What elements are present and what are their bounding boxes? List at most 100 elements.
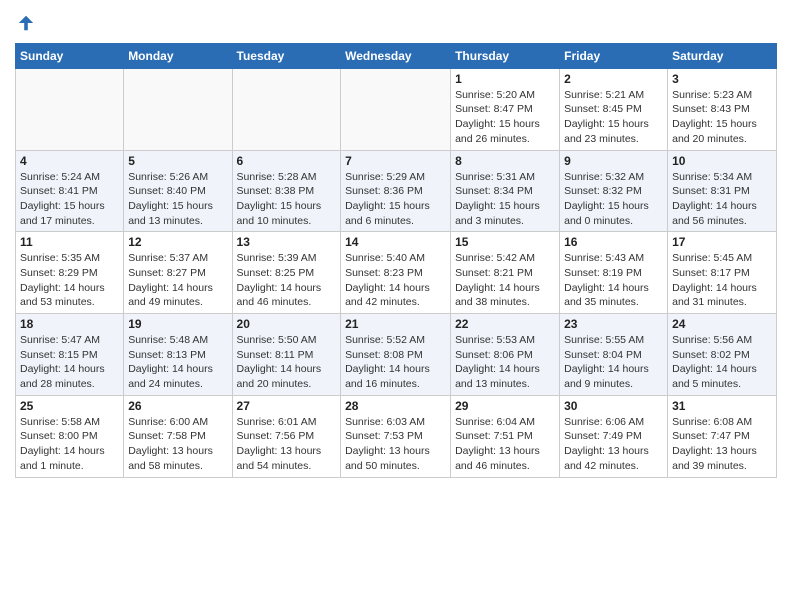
day-info: Sunrise: 5:48 AM Sunset: 8:13 PM Dayligh…	[128, 333, 227, 392]
day-number: 14	[345, 235, 446, 249]
calendar-cell: 2Sunrise: 5:21 AM Sunset: 8:45 PM Daylig…	[560, 68, 668, 150]
day-number: 23	[564, 317, 663, 331]
calendar-week-5: 25Sunrise: 5:58 AM Sunset: 8:00 PM Dayli…	[16, 395, 777, 477]
calendar-cell: 8 Sunrise: 5:31 AM Sunset: 8:34 PM Daylig…	[451, 150, 560, 232]
calendar-cell: 28 Sunrise: 6:03 AM Sunset: 7:53 PM Dayli…	[341, 395, 451, 477]
day-info: Sunrise: 5:56 AM Sunset: 8:02 PM Dayligh…	[672, 333, 772, 392]
day-info: Sunrise: 5:35 AM Sunset: 8:29 PM Dayligh…	[20, 251, 119, 310]
calendar-cell: 3 Sunrise: 5:23 AM Sunset: 8:43 PM Daylig…	[668, 68, 777, 150]
day-number: 8	[455, 154, 555, 168]
calendar-cell	[232, 68, 341, 150]
calendar-cell: 19 Sunrise: 5:48 AM Sunset: 8:13 PM Dayli…	[124, 314, 232, 396]
day-info: Sunrise: 5:53 AM Sunset: 8:06 PM Dayligh…	[455, 333, 555, 392]
day-info: Sunrise: 5:47 AM Sunset: 8:15 PM Dayligh…	[20, 333, 119, 392]
day-info: Sunrise: 5:55 AM Sunset: 8:04 PM Dayligh…	[564, 333, 663, 392]
day-info: Sunrise: 5:58 AM Sunset: 8:00 PM Dayligh…	[20, 415, 119, 474]
calendar-cell: 5Sunrise: 5:26 AM Sunset: 8:40 PM Daylig…	[124, 150, 232, 232]
day-info: Sunrise: 6:06 AM Sunset: 7:49 PM Dayligh…	[564, 415, 663, 474]
day-info: Sunrise: 5:39 AM Sunset: 8:25 PM Dayligh…	[237, 251, 337, 310]
calendar-cell: 25Sunrise: 5:58 AM Sunset: 8:00 PM Dayli…	[16, 395, 124, 477]
day-info: Sunrise: 5:45 AM Sunset: 8:17 PM Dayligh…	[672, 251, 772, 310]
day-number: 22	[455, 317, 555, 331]
calendar-cell: 27 Sunrise: 6:01 AM Sunset: 7:56 PM Dayli…	[232, 395, 341, 477]
calendar-cell: 21 Sunrise: 5:52 AM Sunset: 8:08 PM Dayli…	[341, 314, 451, 396]
day-number: 28	[345, 399, 446, 413]
day-info: Sunrise: 5:24 AM Sunset: 8:41 PM Dayligh…	[20, 170, 119, 229]
day-number: 15	[455, 235, 555, 249]
day-info: Sunrise: 5:31 AM Sunset: 8:34 PM Dayligh…	[455, 170, 555, 229]
day-number: 18	[20, 317, 119, 331]
weekday-header-friday: Friday	[560, 43, 668, 68]
day-number: 30	[564, 399, 663, 413]
calendar-table: SundayMondayTuesdayWednesdayThursdayFrid…	[15, 43, 777, 478]
day-number: 27	[237, 399, 337, 413]
day-number: 5	[128, 154, 227, 168]
weekday-header-saturday: Saturday	[668, 43, 777, 68]
calendar-cell: 12 Sunrise: 5:37 AM Sunset: 8:27 PM Dayli…	[124, 232, 232, 314]
calendar-cell	[124, 68, 232, 150]
day-info: Sunrise: 5:40 AM Sunset: 8:23 PM Dayligh…	[345, 251, 446, 310]
calendar-week-1: 1Sunrise: 5:20 AM Sunset: 8:47 PM Daylig…	[16, 68, 777, 150]
day-number: 17	[672, 235, 772, 249]
calendar-cell: 9 Sunrise: 5:32 AM Sunset: 8:32 PM Daylig…	[560, 150, 668, 232]
calendar-cell: 18 Sunrise: 5:47 AM Sunset: 8:15 PM Dayli…	[16, 314, 124, 396]
day-number: 6	[237, 154, 337, 168]
calendar-cell: 20Sunrise: 5:50 AM Sunset: 8:11 PM Dayli…	[232, 314, 341, 396]
logo-icon	[17, 14, 35, 32]
day-number: 24	[672, 317, 772, 331]
calendar-week-4: 18 Sunrise: 5:47 AM Sunset: 8:15 PM Dayli…	[16, 314, 777, 396]
day-info: Sunrise: 5:28 AM Sunset: 8:38 PM Dayligh…	[237, 170, 337, 229]
day-number: 10	[672, 154, 772, 168]
calendar-cell: 17 Sunrise: 5:45 AM Sunset: 8:17 PM Dayli…	[668, 232, 777, 314]
weekday-header-tuesday: Tuesday	[232, 43, 341, 68]
calendar-cell: 13 Sunrise: 5:39 AM Sunset: 8:25 PM Dayli…	[232, 232, 341, 314]
weekday-header-wednesday: Wednesday	[341, 43, 451, 68]
calendar-cell	[341, 68, 451, 150]
calendar-cell: 1Sunrise: 5:20 AM Sunset: 8:47 PM Daylig…	[451, 68, 560, 150]
calendar-cell: 11 Sunrise: 5:35 AM Sunset: 8:29 PM Dayli…	[16, 232, 124, 314]
day-info: Sunrise: 5:43 AM Sunset: 8:19 PM Dayligh…	[564, 251, 663, 310]
day-number: 7	[345, 154, 446, 168]
day-number: 16	[564, 235, 663, 249]
calendar-cell: 29Sunrise: 6:04 AM Sunset: 7:51 PM Dayli…	[451, 395, 560, 477]
day-info: Sunrise: 5:29 AM Sunset: 8:36 PM Dayligh…	[345, 170, 446, 229]
day-number: 13	[237, 235, 337, 249]
day-info: Sunrise: 6:00 AM Sunset: 7:58 PM Dayligh…	[128, 415, 227, 474]
day-number: 11	[20, 235, 119, 249]
day-info: Sunrise: 6:03 AM Sunset: 7:53 PM Dayligh…	[345, 415, 446, 474]
day-number: 31	[672, 399, 772, 413]
day-number: 4	[20, 154, 119, 168]
page-header	[15, 10, 777, 37]
day-info: Sunrise: 6:08 AM Sunset: 7:47 PM Dayligh…	[672, 415, 772, 474]
day-info: Sunrise: 5:37 AM Sunset: 8:27 PM Dayligh…	[128, 251, 227, 310]
day-number: 12	[128, 235, 227, 249]
weekday-header-sunday: Sunday	[16, 43, 124, 68]
calendar-cell: 26 Sunrise: 6:00 AM Sunset: 7:58 PM Dayli…	[124, 395, 232, 477]
day-number: 19	[128, 317, 227, 331]
logo	[15, 14, 35, 37]
weekday-header-row: SundayMondayTuesdayWednesdayThursdayFrid…	[16, 43, 777, 68]
calendar-cell: 30 Sunrise: 6:06 AM Sunset: 7:49 PM Dayli…	[560, 395, 668, 477]
day-info: Sunrise: 6:01 AM Sunset: 7:56 PM Dayligh…	[237, 415, 337, 474]
day-number: 21	[345, 317, 446, 331]
day-info: Sunrise: 5:42 AM Sunset: 8:21 PM Dayligh…	[455, 251, 555, 310]
calendar-cell: 31 Sunrise: 6:08 AM Sunset: 7:47 PM Dayli…	[668, 395, 777, 477]
day-number: 9	[564, 154, 663, 168]
day-info: Sunrise: 5:34 AM Sunset: 8:31 PM Dayligh…	[672, 170, 772, 229]
calendar-cell: 6 Sunrise: 5:28 AM Sunset: 8:38 PM Daylig…	[232, 150, 341, 232]
calendar-week-3: 11 Sunrise: 5:35 AM Sunset: 8:29 PM Dayli…	[16, 232, 777, 314]
weekday-header-monday: Monday	[124, 43, 232, 68]
calendar-cell	[16, 68, 124, 150]
calendar-cell: 16 Sunrise: 5:43 AM Sunset: 8:19 PM Dayli…	[560, 232, 668, 314]
day-info: Sunrise: 5:52 AM Sunset: 8:08 PM Dayligh…	[345, 333, 446, 392]
day-number: 3	[672, 72, 772, 86]
day-info: Sunrise: 5:32 AM Sunset: 8:32 PM Dayligh…	[564, 170, 663, 229]
day-number: 26	[128, 399, 227, 413]
day-info: Sunrise: 5:50 AM Sunset: 8:11 PM Dayligh…	[237, 333, 337, 392]
day-number: 2	[564, 72, 663, 86]
calendar-cell: 14 Sunrise: 5:40 AM Sunset: 8:23 PM Dayli…	[341, 232, 451, 314]
calendar-cell: 15 Sunrise: 5:42 AM Sunset: 8:21 PM Dayli…	[451, 232, 560, 314]
calendar-cell: 10 Sunrise: 5:34 AM Sunset: 8:31 PM Dayli…	[668, 150, 777, 232]
weekday-header-thursday: Thursday	[451, 43, 560, 68]
day-info: Sunrise: 5:23 AM Sunset: 8:43 PM Dayligh…	[672, 88, 772, 147]
